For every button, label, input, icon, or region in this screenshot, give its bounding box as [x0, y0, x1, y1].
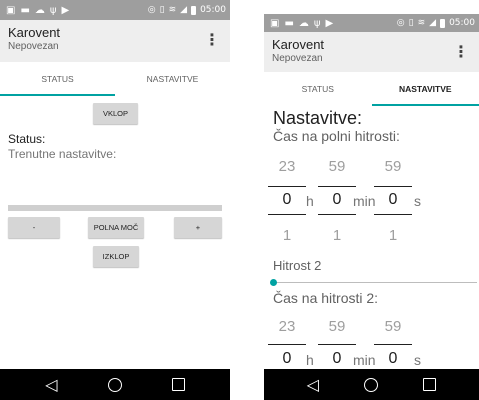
current-settings-label: Trenutne nastavitve:	[8, 147, 117, 161]
navigation-bar: ◁	[0, 369, 230, 400]
vibrate-icon: ▯	[159, 5, 165, 15]
off-button[interactable]: IZKLOP	[93, 246, 139, 267]
full-speed-time-label: Čas na polni hitrosti:	[273, 128, 400, 144]
speed2-time-label: Čas na hitrosti 2:	[273, 290, 379, 306]
overflow-menu-icon[interactable]: ⋮	[453, 42, 469, 61]
app-bar: Karovent Nepovezan ⋮	[0, 20, 230, 62]
back-icon[interactable]: ◁	[307, 375, 319, 394]
speed2-label: Hitrost 2	[273, 258, 322, 273]
connection-status: Nepovezan	[8, 41, 59, 52]
app-title: Karovent	[8, 25, 61, 40]
minus-button[interactable]: -	[8, 217, 60, 238]
battery-icon	[440, 18, 446, 28]
speed2-slider-thumb[interactable]	[269, 279, 277, 286]
app-bar: Karovent Nepovezan ⋮	[264, 32, 479, 72]
image-icon: ▣	[270, 17, 280, 29]
message-icon: ▬	[20, 4, 30, 16]
seconds-unit: s	[414, 193, 421, 209]
overflow-menu-icon[interactable]: ⋮	[204, 30, 220, 49]
status-bar: ▣ ▬ ☁ ψ ▶ ◎ ▯ ≋ ◢ 05:00	[0, 0, 230, 20]
tab-status[interactable]: STATUS	[264, 72, 372, 106]
signal-icon: ◢	[180, 5, 188, 15]
seconds-prev[interactable]: 59	[378, 158, 408, 175]
wifi-icon: ≋	[417, 18, 426, 28]
wifi-icon: ≋	[168, 5, 177, 15]
hours-prev[interactable]: 23	[272, 158, 302, 175]
home-icon[interactable]	[107, 377, 122, 392]
status-label: Status:	[8, 132, 46, 146]
play-icon: ▶	[61, 4, 70, 16]
divider	[268, 214, 306, 215]
status-screen: ▣ ▬ ☁ ψ ▶ ◎ ▯ ≋ ◢ 05:00 Karovent Nepovez…	[0, 0, 230, 400]
clock: 05:00	[200, 5, 226, 15]
divider	[318, 186, 356, 187]
speed2-slider-track[interactable]	[273, 282, 477, 283]
play-icon: ▶	[325, 17, 334, 29]
tab-bar: STATUS NASTAVITVE	[0, 62, 230, 96]
speed-seekbar[interactable]	[8, 205, 222, 211]
hours-prev[interactable]: 23	[272, 318, 302, 335]
back-icon[interactable]: ◁	[45, 375, 57, 394]
seconds-picker[interactable]: 0	[378, 191, 408, 209]
vibrate-icon: ▯	[408, 18, 414, 28]
navigation-bar: ◁	[264, 369, 479, 400]
app-title: Karovent	[272, 37, 325, 52]
divider	[268, 344, 306, 345]
plus-button[interactable]: +	[174, 217, 222, 238]
hours-unit: h	[306, 193, 314, 209]
settings-heading: Nastavitve:	[273, 108, 363, 128]
divider	[318, 214, 356, 215]
divider	[374, 344, 412, 345]
clock: 05:00	[449, 18, 475, 28]
divider	[374, 214, 412, 215]
nfc-icon: ◎	[396, 18, 405, 28]
minutes-prev[interactable]: 59	[322, 158, 352, 175]
nfc-icon: ◎	[147, 5, 156, 15]
minutes-next[interactable]: 1	[322, 227, 352, 244]
minutes-picker[interactable]: 0	[322, 191, 352, 209]
tab-bar: STATUS NASTAVITVE	[264, 72, 479, 106]
full-power-button[interactable]: POLNA MOČ	[88, 217, 144, 238]
minutes-picker[interactable]: 0	[322, 350, 352, 368]
divider	[374, 186, 412, 187]
message-icon: ▬	[284, 17, 294, 29]
hours-unit: h	[306, 352, 314, 368]
seconds-prev[interactable]: 59	[378, 318, 408, 335]
seconds-picker[interactable]: 0	[378, 350, 408, 368]
usb-icon: ψ	[313, 17, 321, 29]
cloud-icon: ☁	[298, 17, 309, 29]
usb-icon: ψ	[49, 4, 57, 16]
tab-settings[interactable]: NASTAVITVE	[115, 62, 230, 96]
settings-screen: ▣ ▬ ☁ ψ ▶ ◎ ▯ ≋ ◢ 05:00 Karovent Nepovez…	[264, 14, 479, 400]
cloud-icon: ☁	[34, 4, 45, 16]
divider	[268, 186, 306, 187]
hours-picker[interactable]: 0	[272, 350, 302, 368]
status-bar: ▣ ▬ ☁ ψ ▶ ◎ ▯ ≋ ◢ 05:00	[264, 14, 479, 32]
recent-apps-icon[interactable]	[423, 378, 437, 391]
seconds-next[interactable]: 1	[378, 227, 408, 244]
home-icon[interactable]	[364, 377, 379, 392]
image-icon: ▣	[6, 4, 16, 16]
seconds-unit: s	[414, 352, 421, 368]
hours-next[interactable]: 1	[272, 227, 302, 244]
signal-icon: ◢	[429, 18, 437, 28]
divider	[318, 344, 356, 345]
tab-settings[interactable]: NASTAVITVE	[371, 72, 479, 106]
on-button[interactable]: VKLOP	[93, 103, 138, 124]
tab-status[interactable]: STATUS	[0, 62, 115, 96]
minutes-unit: min	[353, 352, 376, 368]
minutes-unit: min	[353, 193, 376, 209]
hours-picker[interactable]: 0	[272, 191, 302, 209]
battery-icon	[191, 5, 197, 15]
minutes-prev[interactable]: 59	[322, 318, 352, 335]
connection-status: Nepovezan	[272, 53, 323, 64]
recent-apps-icon[interactable]	[171, 378, 185, 391]
